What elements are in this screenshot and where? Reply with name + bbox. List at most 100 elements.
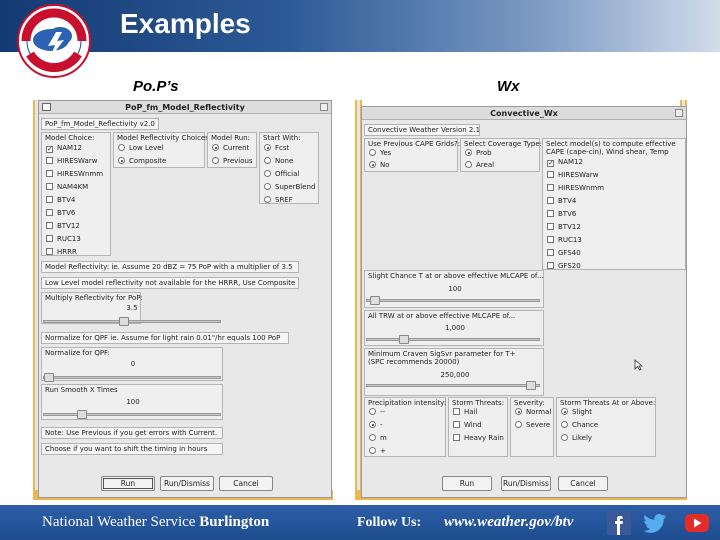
- checkbox-icon[interactable]: [547, 223, 554, 230]
- radio-selected-icon[interactable]: [465, 149, 472, 156]
- model-choice-nam4km[interactable]: NAM4KM: [46, 182, 88, 192]
- threat-hail[interactable]: Hail: [453, 407, 477, 417]
- start-with-official[interactable]: Official: [264, 169, 299, 179]
- checkbox-icon[interactable]: [46, 183, 53, 190]
- radio-icon[interactable]: [369, 408, 376, 415]
- model-choice-btv6[interactable]: BTV6: [46, 208, 75, 218]
- radio-selected-icon[interactable]: [118, 157, 125, 164]
- precip-very-light[interactable]: --: [369, 407, 385, 417]
- radio-selected-icon[interactable]: [561, 408, 568, 415]
- checkbox-icon[interactable]: [547, 262, 554, 269]
- checkbox-icon[interactable]: [547, 197, 554, 204]
- radio-selected-icon[interactable]: [369, 421, 376, 428]
- model-run-current[interactable]: Current: [212, 143, 249, 153]
- wx-run-button[interactable]: Run: [442, 476, 492, 491]
- cape-model-hireswarw[interactable]: HIRESWarw: [547, 170, 598, 180]
- cape-model-btv6[interactable]: BTV6: [547, 209, 576, 219]
- radio-icon[interactable]: [369, 149, 376, 156]
- cape-model-nam12[interactable]: ✓ NAM12: [547, 157, 583, 167]
- cape-model-btv4[interactable]: BTV4: [547, 196, 576, 206]
- checkbox-icon[interactable]: [46, 222, 53, 229]
- start-with-fcst[interactable]: Fcst: [264, 143, 289, 153]
- pop-window-titlebar[interactable]: PoP_fm_Model_Reflectivity: [39, 101, 331, 114]
- model-run-previous[interactable]: Previous: [212, 156, 253, 166]
- model-choice-hireswarw[interactable]: HIRESWarw: [46, 156, 97, 166]
- checkbox-icon[interactable]: [46, 170, 53, 177]
- slider-thumb[interactable]: [44, 373, 54, 382]
- use-previous-no[interactable]: No: [369, 160, 390, 170]
- slider-thumb[interactable]: [399, 335, 409, 344]
- use-previous-yes[interactable]: Yes: [369, 148, 391, 158]
- model-choice-hrrr[interactable]: HRRR: [46, 247, 77, 257]
- precip-heavy[interactable]: +: [369, 446, 386, 456]
- wx-cancel-button[interactable]: Cancel: [558, 476, 608, 491]
- coverage-prob[interactable]: Prob: [465, 148, 492, 158]
- reflectivity-composite[interactable]: Composite: [118, 156, 166, 166]
- model-choice-hireswnmm[interactable]: HIRESWnmm: [46, 169, 103, 179]
- slider-thumb[interactable]: [370, 296, 380, 305]
- cape-model-btv12[interactable]: BTV12: [547, 222, 581, 232]
- threats-above-slight[interactable]: Slight: [561, 407, 592, 417]
- window-menu-icon[interactable]: [42, 103, 51, 111]
- radio-icon[interactable]: [369, 447, 376, 454]
- model-choice-nam12[interactable]: ✓ NAM12: [46, 143, 82, 153]
- radio-icon[interactable]: [369, 434, 376, 441]
- radio-icon[interactable]: [212, 157, 219, 164]
- slider-thumb[interactable]: [77, 410, 87, 419]
- radio-icon[interactable]: [264, 170, 271, 177]
- radio-icon[interactable]: [515, 421, 522, 428]
- model-choice-ruc13[interactable]: RUC13: [46, 234, 81, 244]
- start-with-none[interactable]: None: [264, 156, 293, 166]
- checkbox-icon[interactable]: [46, 209, 53, 216]
- start-with-superblend[interactable]: SuperBlend: [264, 182, 315, 192]
- start-with-sref[interactable]: SREF: [264, 195, 293, 205]
- all-trw-slider[interactable]: [366, 335, 540, 344]
- coverage-areal[interactable]: Areal: [465, 160, 494, 170]
- youtube-icon[interactable]: [684, 511, 710, 535]
- radio-icon[interactable]: [264, 157, 271, 164]
- slider-thumb[interactable]: [119, 317, 129, 326]
- twitter-icon[interactable]: [643, 511, 669, 535]
- radio-icon[interactable]: [465, 161, 472, 168]
- checkbox-icon[interactable]: [547, 184, 554, 191]
- model-choice-btv4[interactable]: BTV4: [46, 195, 75, 205]
- radio-icon[interactable]: [561, 434, 568, 441]
- cape-model-hireswnmm[interactable]: HIRESWnmm: [547, 183, 604, 193]
- checkbox-icon[interactable]: [547, 210, 554, 217]
- smooth-slider[interactable]: [43, 410, 221, 419]
- pop-run-button[interactable]: Run: [101, 476, 155, 491]
- slider-thumb[interactable]: [526, 381, 536, 390]
- threats-above-likely[interactable]: Likely: [561, 433, 592, 443]
- radio-selected-icon[interactable]: [515, 408, 522, 415]
- radio-icon[interactable]: [561, 421, 568, 428]
- craven-slider[interactable]: [366, 381, 540, 390]
- precip-moderate[interactable]: m: [369, 433, 387, 443]
- model-choice-btv12[interactable]: BTV12: [46, 221, 80, 231]
- checkbox-icon[interactable]: [547, 249, 554, 256]
- cape-model-ruc13[interactable]: RUC13: [547, 235, 582, 245]
- radio-selected-icon[interactable]: [264, 144, 271, 151]
- pop-run-dismiss-button[interactable]: Run/Dismiss: [160, 476, 214, 491]
- wx-run-dismiss-button[interactable]: Run/Dismiss: [501, 476, 551, 491]
- close-icon[interactable]: [675, 109, 683, 117]
- checkbox-icon[interactable]: [453, 421, 460, 428]
- checkbox-icon[interactable]: [453, 434, 460, 441]
- slight-chance-slider[interactable]: [366, 296, 540, 305]
- checkbox-icon[interactable]: [547, 171, 554, 178]
- close-icon[interactable]: [320, 103, 328, 111]
- cape-model-gfs20[interactable]: GFS20: [547, 261, 581, 271]
- reflectivity-low-level[interactable]: Low Level: [118, 143, 164, 153]
- radio-icon[interactable]: [264, 196, 271, 203]
- checkbox-icon[interactable]: [46, 235, 53, 242]
- threat-wind[interactable]: Wind: [453, 420, 482, 430]
- precip-light[interactable]: -: [369, 420, 383, 430]
- checkbox-icon[interactable]: [547, 236, 554, 243]
- facebook-icon[interactable]: [606, 511, 632, 535]
- checkbox-icon[interactable]: [453, 408, 460, 415]
- cape-model-gfs40[interactable]: GFS40: [547, 248, 581, 258]
- threats-above-chance[interactable]: Chance: [561, 420, 598, 430]
- checkbox-icon[interactable]: [46, 196, 53, 203]
- checkbox-icon[interactable]: [46, 248, 53, 255]
- checkbox-checked-icon[interactable]: ✓: [547, 160, 554, 167]
- multiply-slider[interactable]: [43, 317, 221, 326]
